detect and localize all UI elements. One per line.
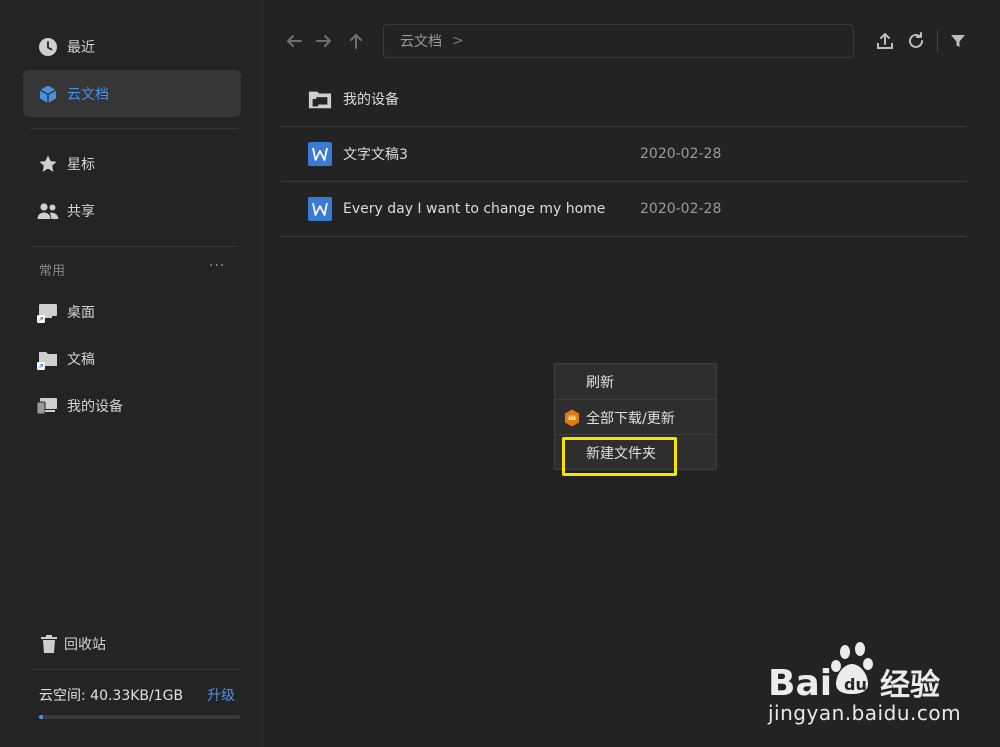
sidebar-item-documents[interactable]: 文稿	[23, 335, 241, 382]
section-title-favorites: 常用	[39, 264, 66, 279]
arrow-right-icon	[316, 35, 331, 47]
clock-icon	[37, 36, 59, 58]
sidebar-divider	[30, 246, 238, 247]
sidebar-item-label: 星标	[67, 156, 95, 173]
file-row[interactable]: 文字文稿3 2020-02-28	[281, 127, 966, 182]
menu-item-label: 全部下载/更新	[586, 410, 675, 427]
sidebar-item-label: 文稿	[67, 351, 95, 368]
file-date: 2020-02-28	[640, 146, 722, 162]
upload-icon	[877, 33, 893, 49]
sidebar-item-shared[interactable]: 共享	[23, 187, 241, 234]
file-name: Every day I want to change my home	[343, 201, 606, 217]
storage-divider	[30, 669, 240, 670]
sidebar-item-cloud-docs[interactable]: 云文档	[23, 70, 241, 117]
sidebar-item-desktop[interactable]: 桌面	[23, 288, 241, 335]
trash-label: 回收站	[64, 637, 106, 653]
sidebar-item-label: 云文档	[67, 86, 109, 103]
file-row[interactable]: Every day I want to change my home 2020-…	[281, 182, 966, 237]
up-button[interactable]	[345, 30, 367, 52]
menu-item-refresh[interactable]: 刷新	[555, 364, 716, 399]
storage-progress-fill	[39, 715, 44, 719]
upload-button[interactable]	[875, 31, 895, 51]
sidebar-divider	[30, 128, 238, 129]
cube-icon	[37, 83, 59, 105]
svg-text:经验: 经验	[880, 668, 940, 703]
arrow-up-icon	[350, 34, 362, 49]
sidebar-item-trash[interactable]: 回收站	[40, 634, 106, 654]
sidebar-item-label: 最近	[67, 39, 95, 56]
device-folder-icon	[308, 87, 332, 111]
storage-usage-text: 云空间: 40.33KB/1GB	[39, 688, 184, 704]
sidebar-item-starred[interactable]: 星标	[23, 140, 241, 187]
file-row[interactable]: 我的设备	[281, 72, 966, 127]
filter-button[interactable]	[948, 31, 968, 51]
folder-shortcut-icon	[37, 348, 59, 370]
sidebar: 最近 云文档 星标 共享 常用 ··· 桌面 文稿 我的设备 回收站 云空间: …	[0, 0, 263, 747]
sidebar-item-label: 共享	[67, 203, 95, 220]
sidebar-item-recent[interactable]: 最近	[23, 23, 241, 70]
refresh-icon	[909, 32, 923, 48]
storage-progress-bar	[39, 715, 240, 719]
file-date: 2020-02-28	[640, 201, 722, 217]
toolbar-divider	[937, 30, 938, 52]
devices-icon	[37, 395, 59, 417]
menu-item-label: 刷新	[586, 374, 614, 391]
breadcrumb-item[interactable]: 云文档	[400, 31, 442, 51]
back-button[interactable]	[283, 30, 305, 52]
sidebar-item-label: 我的设备	[67, 398, 123, 415]
wps-writer-icon	[308, 142, 332, 166]
svg-text:Bai: Bai	[768, 663, 832, 704]
forward-button[interactable]	[313, 30, 335, 52]
file-name: 我的设备	[343, 92, 399, 108]
refresh-button[interactable]	[906, 31, 926, 51]
chevron-right-icon: >	[452, 33, 464, 49]
people-icon	[37, 200, 59, 222]
desktop-shortcut-icon	[37, 301, 59, 323]
crown-badge-icon	[564, 409, 580, 427]
filter-icon	[951, 35, 965, 47]
sidebar-item-label: 桌面	[67, 304, 95, 321]
trash-icon	[40, 634, 58, 654]
sidebar-item-my-devices[interactable]: 我的设备	[23, 382, 241, 429]
upgrade-link[interactable]: 升级	[207, 685, 235, 705]
svg-text:du: du	[844, 675, 867, 694]
wps-writer-icon	[308, 197, 332, 221]
menu-item-download-all[interactable]: 全部下载/更新	[555, 400, 716, 435]
breadcrumb[interactable]: 云文档 >	[383, 24, 854, 58]
file-name: 文字文稿3	[343, 147, 408, 163]
more-icon[interactable]: ···	[209, 258, 225, 274]
star-icon	[37, 153, 59, 175]
watermark-url: jingyan.baidu.com	[768, 701, 962, 725]
highlight-box	[562, 437, 677, 476]
arrow-left-icon	[287, 35, 302, 47]
